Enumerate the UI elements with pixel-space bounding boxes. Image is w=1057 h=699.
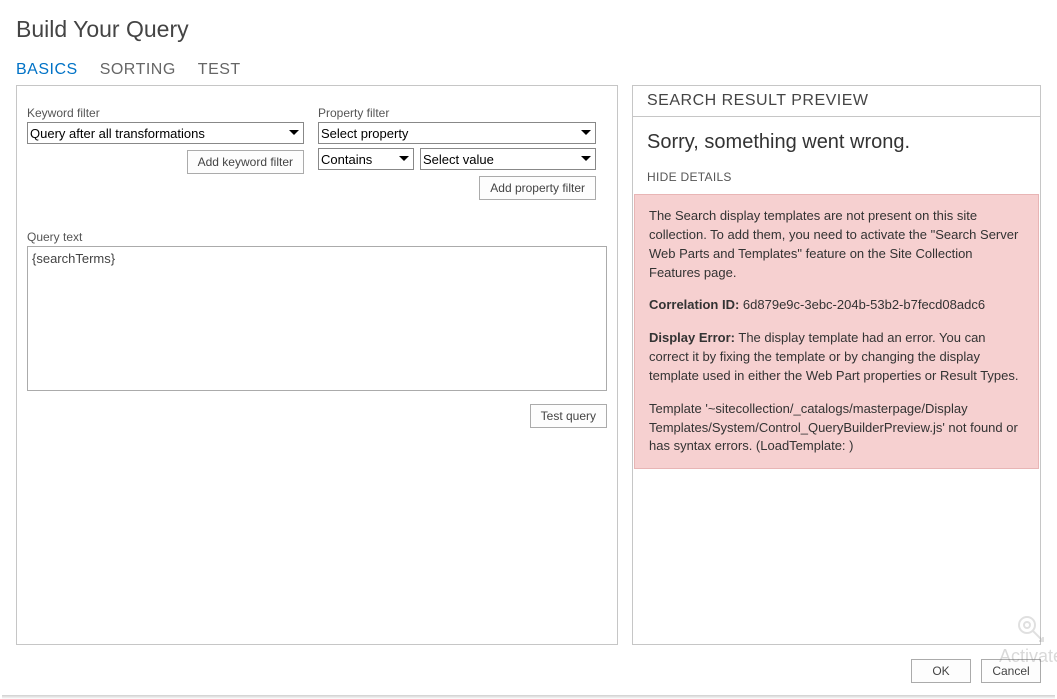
tabs-bar: BASICS SORTING TEST (16, 61, 1041, 79)
ok-button[interactable]: OK (911, 659, 971, 683)
query-builder-panel: Keyword filter Query after all transform… (16, 85, 618, 645)
add-keyword-filter-button[interactable]: Add keyword filter (187, 150, 304, 174)
correlation-id-value: 6d879e9c-3ebc-204b-53b2-b7fecd08adc6 (743, 297, 985, 312)
cancel-button[interactable]: Cancel (981, 659, 1041, 683)
property-filter-section: Property filter Select property Contains… (318, 106, 596, 200)
preview-body: Sorry, something went wrong. HIDE DETAIL… (633, 117, 1040, 469)
error-details-box: The Search display templates are not pre… (634, 194, 1039, 469)
add-property-filter-button[interactable]: Add property filter (479, 176, 596, 200)
error-display: Display Error: The display template had … (649, 329, 1024, 386)
tab-test[interactable]: TEST (198, 61, 241, 79)
query-text-input[interactable] (27, 246, 607, 391)
dialog-footer: Activate OK Cancel (0, 653, 1057, 693)
search-result-preview-panel: SEARCH RESULT PREVIEW Sorry, something w… (632, 85, 1041, 645)
property-filter-label: Property filter (318, 106, 596, 120)
property-value-select[interactable]: Select value (420, 148, 596, 170)
error-template-path: Template '~sitecollection/_catalogs/mast… (649, 400, 1024, 457)
page-title: Build Your Query (16, 16, 1041, 43)
correlation-id-label: Correlation ID: (649, 297, 739, 312)
display-error-label: Display Error: (649, 330, 735, 345)
property-filter-select[interactable]: Select property (318, 122, 596, 144)
filters-row: Keyword filter Query after all transform… (27, 106, 607, 200)
keyword-filter-label: Keyword filter (27, 106, 304, 120)
property-operator-select[interactable]: Contains (318, 148, 414, 170)
error-correlation: Correlation ID: 6d879e9c-3ebc-204b-53b2-… (649, 296, 1024, 315)
test-query-button[interactable]: Test query (530, 404, 607, 428)
tab-sorting[interactable]: SORTING (100, 61, 176, 79)
panels: Keyword filter Query after all transform… (16, 85, 1041, 645)
keyword-filter-section: Keyword filter Query after all transform… (27, 106, 304, 200)
preview-header: SEARCH RESULT PREVIEW (633, 86, 1040, 117)
keyword-filter-select[interactable]: Query after all transformations (27, 122, 304, 144)
preview-error-heading: Sorry, something went wrong. (633, 131, 1040, 154)
build-query-dialog: Build Your Query BASICS SORTING TEST Key… (0, 0, 1057, 653)
error-paragraph-1: The Search display templates are not pre… (649, 207, 1024, 282)
tab-basics[interactable]: BASICS (16, 61, 78, 79)
bottom-shadow (2, 695, 1055, 699)
hide-details-link[interactable]: HIDE DETAILS (633, 170, 1040, 184)
query-text-label: Query text (27, 230, 607, 244)
